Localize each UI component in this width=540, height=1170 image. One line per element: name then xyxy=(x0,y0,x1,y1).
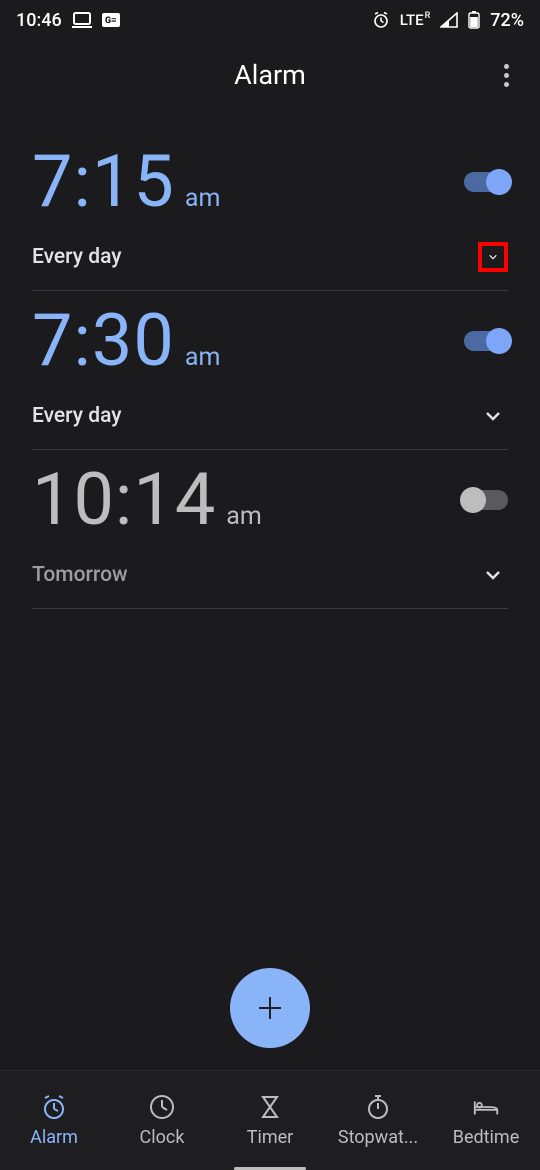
page-title: Alarm xyxy=(234,59,306,91)
alarm-time-button[interactable]: 7:30 am xyxy=(32,305,220,377)
bottom-nav: Alarm Clock Timer Stopwat... Bedtime xyxy=(0,1070,540,1170)
expand-alarm-button[interactable] xyxy=(478,560,508,590)
alarm-schedule-label: Every day xyxy=(32,245,122,269)
chevron-down-icon xyxy=(484,566,502,584)
more-vert-icon xyxy=(504,64,509,87)
alarm-time-button[interactable]: 7:15 am xyxy=(32,146,220,218)
bed-icon xyxy=(472,1093,500,1121)
news-icon: G≡ xyxy=(102,13,120,27)
signal-icon xyxy=(440,12,458,28)
alarm-schedule-label: Tomorrow xyxy=(32,563,128,587)
nav-label: Bedtime xyxy=(453,1127,520,1148)
overflow-menu-button[interactable] xyxy=(492,61,520,89)
nav-bedtime[interactable]: Bedtime xyxy=(432,1093,540,1148)
alarm-ampm: am xyxy=(185,343,221,372)
alarm-ampm: am xyxy=(226,502,262,531)
alarm-item: 10:14 am Tomorrow xyxy=(32,450,508,609)
alarm-icon xyxy=(40,1093,68,1121)
hourglass-icon xyxy=(256,1093,284,1121)
nav-timer[interactable]: Timer xyxy=(216,1093,324,1148)
status-battery-pct: 72% xyxy=(490,10,524,31)
status-bar: 10:46 G≡ LTER 72% xyxy=(0,0,540,40)
alarm-list: 7:15 am Every day 7:30 am Every day xyxy=(0,110,540,609)
chevron-down-icon xyxy=(484,407,502,425)
alarm-schedule-label: Every day xyxy=(32,404,122,428)
status-network-label: LTER xyxy=(400,11,431,29)
alarm-item: 7:15 am Every day xyxy=(32,132,508,291)
nav-label: Timer xyxy=(247,1127,294,1148)
alarm-time: 7:30 xyxy=(32,305,175,377)
alarm-toggle[interactable] xyxy=(464,490,508,510)
add-alarm-button[interactable] xyxy=(230,968,310,1048)
plus-icon xyxy=(255,993,285,1023)
battery-icon xyxy=(468,11,480,29)
nav-alarm[interactable]: Alarm xyxy=(0,1093,108,1148)
clock-icon xyxy=(148,1093,176,1121)
expand-alarm-button[interactable] xyxy=(478,242,508,272)
alarm-item: 7:30 am Every day xyxy=(32,291,508,450)
nav-label: Alarm xyxy=(30,1127,78,1148)
alarm-time: 7:15 xyxy=(32,146,175,218)
alarm-toggle[interactable] xyxy=(464,331,508,351)
alarm-time: 10:14 xyxy=(32,464,216,536)
app-header: Alarm xyxy=(0,40,540,110)
expand-alarm-button[interactable] xyxy=(478,401,508,431)
nav-label: Stopwat... xyxy=(338,1127,418,1148)
alarm-status-icon xyxy=(372,11,390,29)
laptop-icon xyxy=(72,12,92,28)
status-time: 10:46 xyxy=(16,10,62,31)
nav-stopwatch[interactable]: Stopwat... xyxy=(324,1093,432,1148)
nav-clock[interactable]: Clock xyxy=(108,1093,216,1148)
alarm-time-button[interactable]: 10:14 am xyxy=(32,464,262,536)
stopwatch-icon xyxy=(364,1093,392,1121)
alarm-toggle[interactable] xyxy=(464,172,508,192)
alarm-ampm: am xyxy=(185,184,221,213)
nav-label: Clock xyxy=(140,1127,185,1148)
chevron-down-icon xyxy=(488,248,498,266)
